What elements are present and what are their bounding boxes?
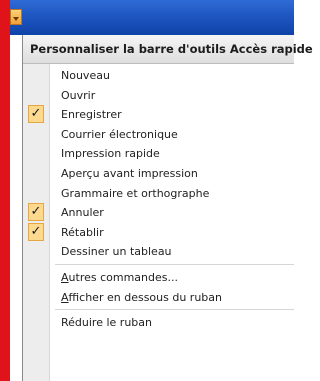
dropdown-arrow-icon — [13, 17, 19, 21]
menu-item-label: Nouveau — [61, 69, 110, 82]
menu-item-label: Annuler — [61, 206, 104, 220]
menu-item-nouveau[interactable]: Nouveau — [23, 66, 294, 86]
menu-item-apercu[interactable]: Aperçu avant impression — [23, 164, 294, 184]
customize-qat-menu: Personnaliser la barre d'outils Accès ra… — [22, 35, 313, 381]
menu-items: Nouveau Ouvrir ✓ Enregistrer Courrier él… — [23, 66, 294, 333]
menu-item-retablir[interactable]: ✓ Rétablir — [23, 222, 294, 243]
accelerator-key: A — [61, 270, 69, 284]
title-bar — [10, 0, 294, 35]
menu-item-grammaire[interactable]: Grammaire et orthographe — [23, 184, 294, 204]
window-frame-left — [0, 0, 10, 381]
label-rest: utres commandes... — [68, 270, 178, 284]
menu-item-label: Dessiner un tableau — [61, 245, 172, 259]
menu-item-label: Courrier électronique — [61, 127, 178, 141]
menu-item-annuler[interactable]: ✓ Annuler — [23, 203, 294, 223]
menu-item-label: Enregistrer — [61, 108, 122, 122]
menu-item-reduire-ruban[interactable]: Réduire le ruban — [23, 313, 294, 333]
qat-customize-button[interactable] — [10, 9, 22, 25]
menu-item-label: Autres commandes... — [61, 268, 178, 288]
menu-item-dessiner-tableau[interactable]: Dessiner un tableau — [23, 242, 294, 262]
menu-item-label: Ouvrir — [61, 88, 96, 102]
menu-item-label: Afficher en dessous du ruban — [61, 288, 222, 308]
menu-item-label: Grammaire et orthographe — [61, 186, 210, 200]
checkmark-icon: ✓ — [28, 203, 44, 222]
menu-item-enregistrer[interactable]: ✓ Enregistrer — [23, 105, 294, 125]
menu-item-label: Impression rapide — [61, 147, 160, 161]
label-rest: fficher en dessous du ruban — [68, 290, 222, 304]
menu-item-autres-commandes[interactable]: Autres commandes... — [23, 268, 294, 288]
menu-item-ouvrir[interactable]: Ouvrir — [23, 86, 294, 106]
menu-item-courrier[interactable]: Courrier électronique — [23, 125, 294, 145]
menu-header: Personnaliser la barre d'outils Accès ra… — [23, 35, 313, 64]
menu-item-afficher-dessous[interactable]: Afficher en dessous du ruban — [23, 288, 294, 308]
checkmark-icon: ✓ — [28, 222, 44, 241]
checkmark-icon: ✓ — [28, 105, 44, 124]
menu-item-impression-rapide[interactable]: Impression rapide — [23, 144, 294, 164]
menu-item-label: Aperçu avant impression — [61, 166, 198, 180]
menu-item-label: Réduire le ruban — [61, 316, 152, 330]
menu-separator — [55, 263, 294, 265]
menu-item-label: Rétablir — [61, 225, 104, 239]
accelerator-key: A — [61, 290, 69, 304]
menu-separator — [55, 309, 294, 311]
